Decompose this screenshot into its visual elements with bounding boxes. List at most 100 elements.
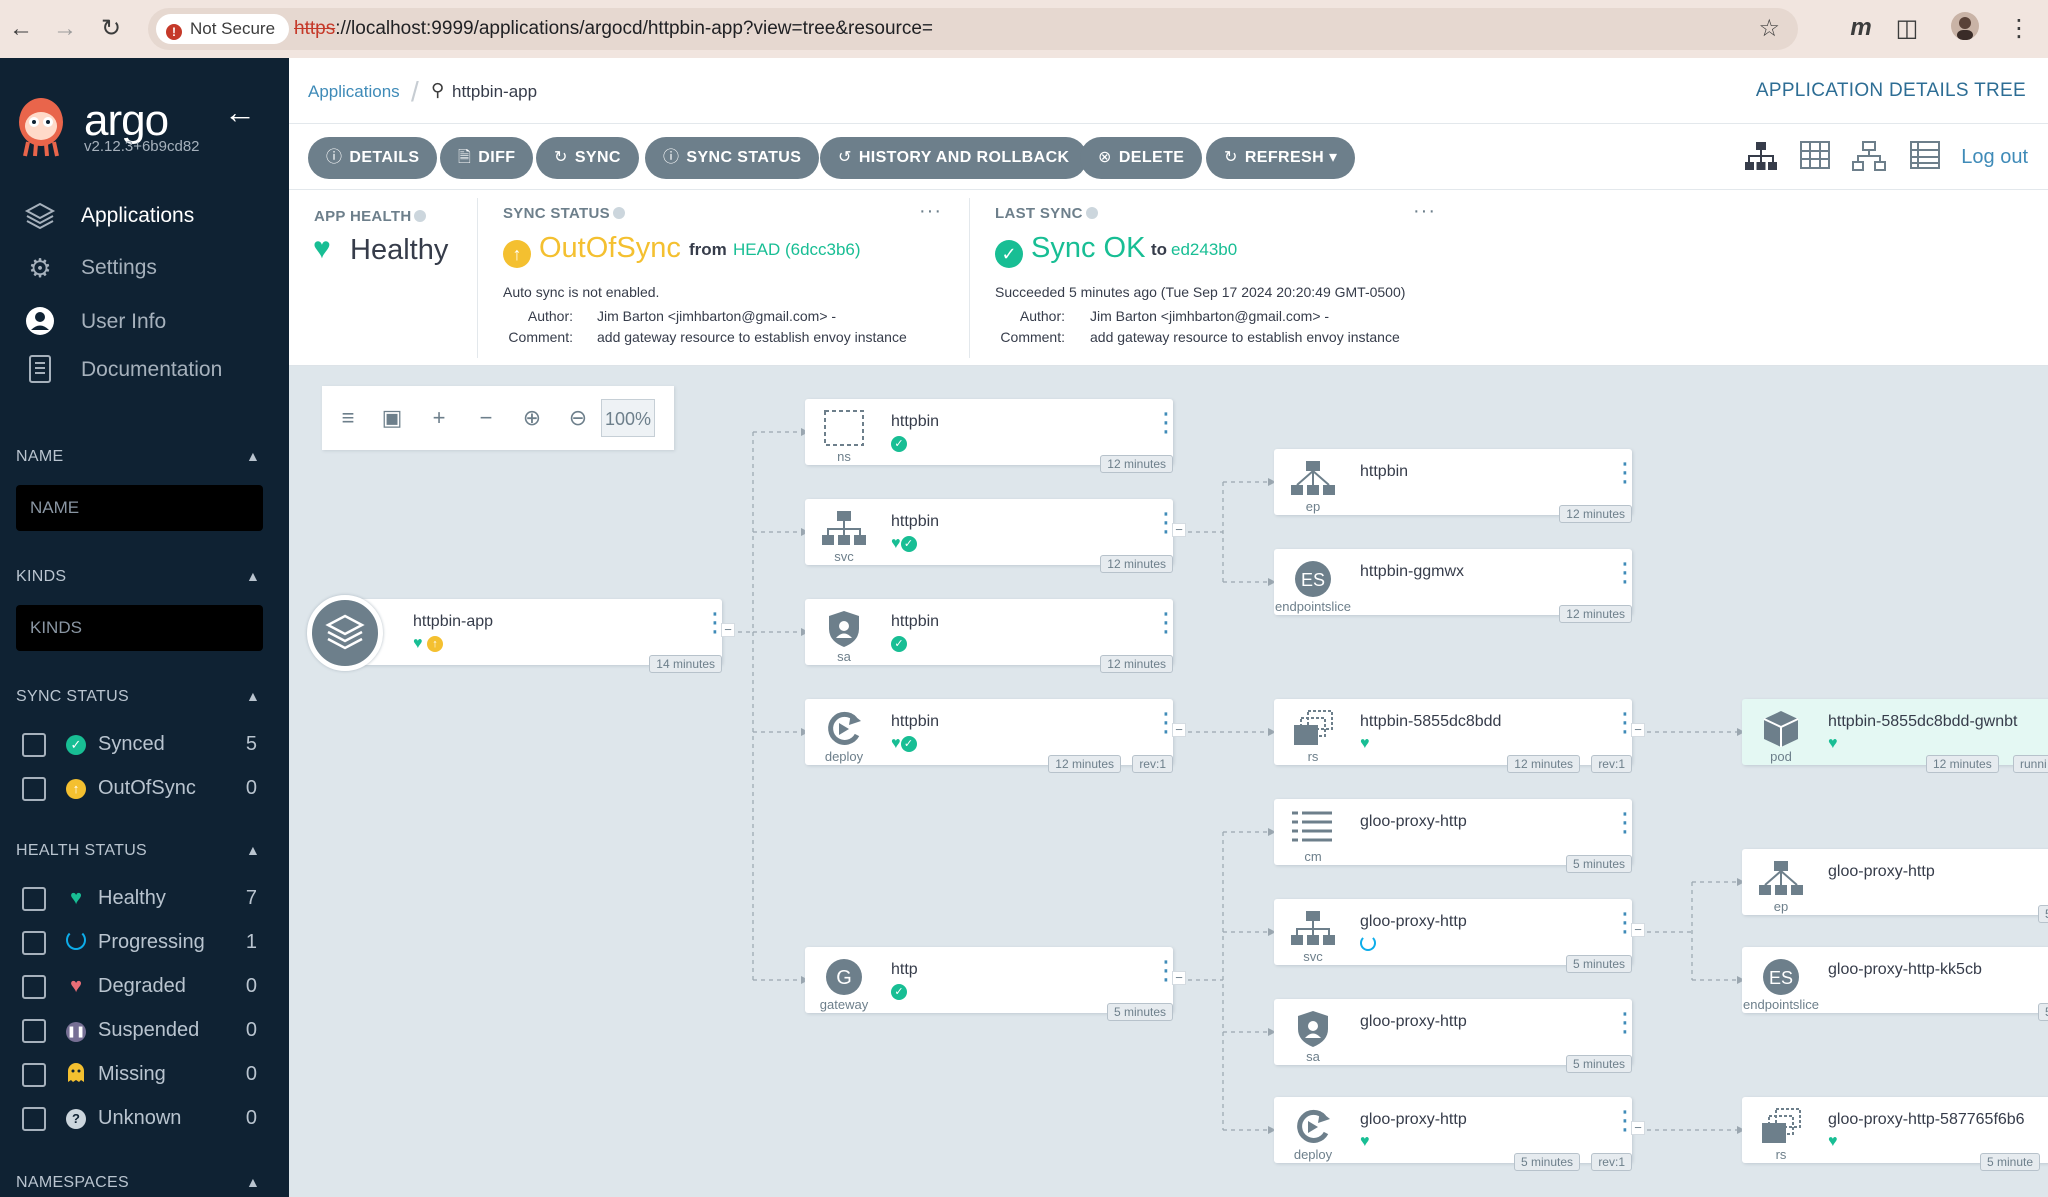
checkbox[interactable]	[22, 1019, 46, 1043]
resource-tree-canvas[interactable]: ≡ ▣ + − ⊕ ⊖ 100% httpbin-app ♥ ↑ ⋮ 14 mi…	[289, 366, 2048, 1197]
details-button[interactable]: ⓘ DETAILS	[308, 137, 438, 179]
tree-node-gloo-endpoints[interactable]: ep gloo-proxy-http 5	[1742, 849, 2048, 923]
network-view-icon[interactable]	[1851, 141, 1887, 177]
tree-node-pod[interactable]: pod httpbin-5855dc8bdd-gwnbt ♥ 12 minute…	[1742, 699, 2048, 773]
align-left-icon[interactable]: ≡	[330, 398, 366, 438]
help-icon[interactable]	[1085, 207, 1098, 219]
collapse-caret-icon[interactable]: ▲	[246, 1174, 260, 1190]
tree-node-deployment[interactable]: deploy httpbin ♥ ✓ ⋮ 12 minutes rev:1 −	[805, 699, 1186, 773]
node-menu-icon[interactable]: ⋮	[1612, 559, 1638, 585]
zoom-in-icon[interactable]: ⊕	[514, 398, 550, 438]
url-text[interactable]: https://localhost:9999/applications/argo…	[294, 8, 933, 50]
kinds-filter-input[interactable]	[16, 605, 263, 651]
sync-status-more-icon[interactable]: ···	[919, 200, 942, 223]
delete-button[interactable]: ⊗ DELETE	[1080, 137, 1203, 179]
security-indicator[interactable]: ! Not Secure	[156, 14, 290, 44]
node-menu-icon[interactable]: ⋮	[1612, 1009, 1638, 1035]
argo-logo-icon[interactable]	[14, 94, 68, 157]
collapse-caret-icon[interactable]: ▲	[246, 448, 260, 464]
address-bar[interactable]: ! Not Secure https://localhost:9999/appli…	[148, 8, 1798, 50]
zoom-percentage[interactable]: 100%	[601, 399, 655, 437]
sidebar-item-documentation[interactable]: Documentation	[0, 348, 289, 392]
sidebar-item-settings[interactable]: ⚙ Settings	[0, 246, 289, 290]
node-menu-icon[interactable]: ⋮	[702, 609, 728, 635]
node-menu-icon[interactable]: ⋮	[1153, 409, 1179, 435]
collapse-toggle-icon[interactable]: −	[1631, 923, 1645, 937]
node-menu-icon[interactable]: ⋮	[1612, 1107, 1638, 1133]
sidebar-item-user-info[interactable]: User Info	[0, 300, 289, 344]
checkbox[interactable]	[22, 931, 46, 955]
collapse-toggle-icon[interactable]: −	[1172, 723, 1186, 737]
sync-button[interactable]: ↻ SYNC	[536, 137, 639, 179]
node-menu-icon[interactable]: ⋮	[1612, 909, 1638, 935]
filter-option-suspended[interactable]: ❚❚ Suspended 0	[22, 1014, 267, 1046]
checkbox[interactable]	[22, 733, 46, 757]
collapse-caret-icon[interactable]: ▲	[246, 568, 260, 584]
filter-option-degraded[interactable]: ♥ Degraded 0	[22, 970, 267, 1002]
tree-node-root-app[interactable]: httpbin-app ♥ ↑ ⋮ 14 minutes −	[307, 595, 735, 673]
logout-link[interactable]: Log out	[1961, 146, 2028, 169]
tree-node-gloo-replicaset[interactable]: rs gloo-proxy-http-587765f6b6 ♥ 5 minute	[1742, 1097, 2048, 1171]
tree-view-icon[interactable]	[1743, 141, 1779, 177]
checkbox[interactable]	[22, 975, 46, 999]
tree-node-gloo-service-account[interactable]: sa gloo-proxy-http ⋮ 5 minutes	[1274, 999, 1638, 1073]
sync-revision-link[interactable]: HEAD (6dcc3b6)	[733, 240, 861, 260]
checkbox[interactable]	[22, 777, 46, 801]
zoom-out-icon[interactable]: ⊖	[560, 398, 596, 438]
minus-icon[interactable]: −	[468, 398, 504, 438]
collapse-toggle-icon[interactable]: −	[1172, 971, 1186, 985]
node-menu-icon[interactable]: ⋮	[1612, 459, 1638, 485]
back-arrow-icon[interactable]: ←	[6, 14, 36, 44]
node-menu-icon[interactable]: ⋮	[1153, 957, 1179, 983]
list-view-icon[interactable]	[1907, 141, 1943, 177]
forward-arrow-icon[interactable]: →	[50, 14, 80, 44]
collapse-sidebar-arrow-icon[interactable]: ←	[224, 94, 256, 131]
filter-option-outofsync[interactable]: ↑ OutOfSync 0	[22, 772, 267, 804]
filter-option-missing[interactable]: Missing 0	[22, 1058, 267, 1090]
tree-node-replicaset[interactable]: rs httpbin-5855dc8bdd ♥ ⋮ 12 minutes rev…	[1274, 699, 1645, 773]
tree-node-namespace[interactable]: ns httpbin ✓ ⋮ 12 minutes	[805, 399, 1179, 473]
node-menu-icon[interactable]: ⋮	[1612, 709, 1638, 735]
profile-avatar[interactable]	[1950, 12, 1980, 47]
collapse-toggle-icon[interactable]: −	[721, 623, 735, 637]
tree-node-endpoints[interactable]: ep httpbin ⋮ 12 minutes	[1274, 449, 1638, 523]
tree-node-gloo-service[interactable]: svc gloo-proxy-http ⋮ 5 minutes −	[1274, 899, 1645, 973]
checkbox[interactable]	[22, 1107, 46, 1131]
checkbox[interactable]	[22, 887, 46, 911]
help-icon[interactable]	[612, 207, 625, 219]
node-menu-icon[interactable]: ⋮	[1153, 509, 1179, 535]
tree-node-service-account[interactable]: sa httpbin ✓ ⋮ 12 minutes	[805, 599, 1179, 673]
tree-node-endpointslice[interactable]: ES endpointslice httpbin-ggmwx ⋮ 12 minu…	[1274, 549, 1638, 623]
collapse-caret-icon[interactable]: ▲	[246, 688, 260, 704]
tree-node-service[interactable]: svc httpbin ♥ ✓ ⋮ 12 minutes −	[805, 499, 1186, 573]
node-menu-icon[interactable]: ⋮	[1153, 709, 1179, 735]
extensions-puzzle-icon[interactable]: ◫	[1892, 14, 1922, 43]
bookmark-star-icon[interactable]: ☆	[1758, 14, 1780, 43]
fit-to-screen-icon[interactable]: ▣	[374, 398, 410, 438]
node-menu-icon[interactable]: ⋮	[1153, 609, 1179, 635]
reload-icon[interactable]: ↻	[96, 14, 126, 44]
collapse-toggle-icon[interactable]: −	[1172, 523, 1186, 537]
collapse-toggle-icon[interactable]: −	[1631, 1121, 1645, 1135]
collapse-toggle-icon[interactable]: −	[1631, 723, 1645, 737]
history-and-rollback-button[interactable]: ↺ HISTORY AND ROLLBACK	[820, 137, 1088, 179]
filter-option-healthy[interactable]: ♥ Healthy 7	[22, 882, 267, 914]
checkbox[interactable]	[22, 1063, 46, 1087]
name-filter-input[interactable]	[16, 485, 263, 531]
tree-node-gloo-deployment[interactable]: deploy gloo-proxy-http ♥ ⋮ 5 minutes rev…	[1274, 1097, 1645, 1171]
node-menu-icon[interactable]: ⋮	[1612, 809, 1638, 835]
sync-status-button[interactable]: ⓘ SYNC STATUS	[645, 137, 820, 179]
filter-option-unknown[interactable]: ? Unknown 0	[22, 1102, 267, 1134]
pods-grid-view-icon[interactable]	[1797, 141, 1833, 177]
last-sync-revision-link[interactable]: ed243b0	[1171, 240, 1237, 260]
plus-icon[interactable]: +	[421, 398, 457, 438]
breadcrumb-applications-link[interactable]: Applications	[308, 82, 400, 102]
help-icon[interactable]	[414, 210, 427, 222]
extension-m-icon[interactable]: m	[1846, 14, 1876, 42]
browser-menu-icon[interactable]: ⋮	[2004, 14, 2034, 43]
sidebar-item-applications[interactable]: Applications	[0, 194, 289, 238]
filter-option-synced[interactable]: ✓ Synced 5	[22, 728, 267, 760]
filter-option-progressing[interactable]: Progressing 1	[22, 926, 267, 958]
collapse-caret-icon[interactable]: ▲	[246, 842, 260, 858]
refresh-button[interactable]: ↻ REFRESH ▾	[1206, 137, 1356, 179]
